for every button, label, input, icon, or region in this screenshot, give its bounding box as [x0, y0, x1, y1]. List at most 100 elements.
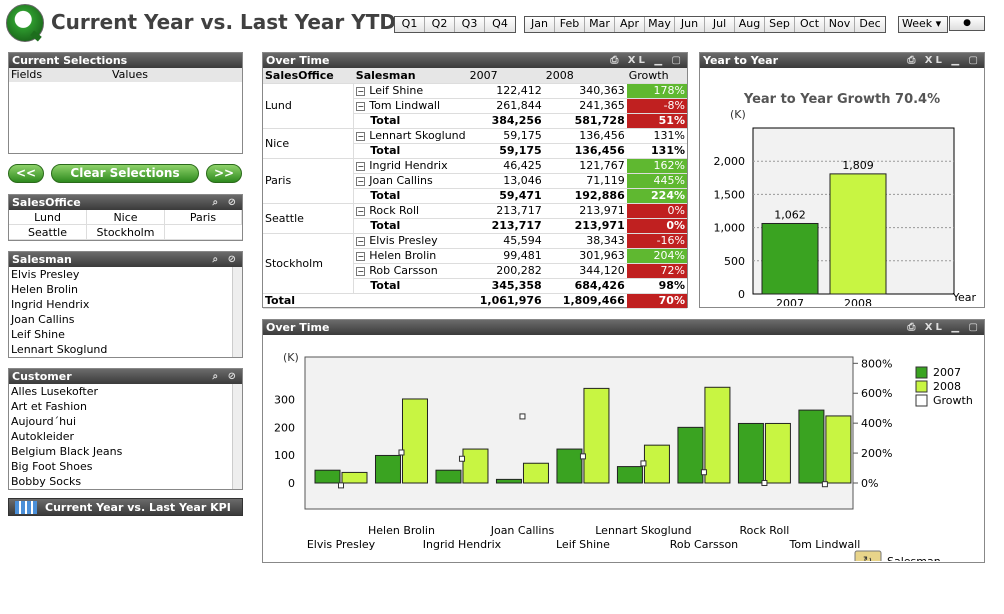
bar-2007[interactable] — [616, 466, 643, 484]
growth-point[interactable] — [338, 482, 344, 489]
window-controls-icon[interactable]: ⎙ XL ▁ ▢ — [907, 320, 981, 335]
bar-2007[interactable] — [761, 222, 819, 295]
month-button-dec[interactable]: Dec — [855, 17, 885, 32]
salesman-list-item[interactable]: Lennart Skoglund — [9, 342, 242, 357]
salesman-cell[interactable]: − Leif Shine — [353, 83, 468, 99]
month-button-oct[interactable]: Oct — [795, 17, 825, 32]
salesoffice-cell[interactable]: Nice — [263, 128, 355, 159]
salesman-list-item[interactable]: Joan Callins — [9, 312, 242, 327]
table-header-cell[interactable]: 2008 — [543, 68, 627, 84]
collapse-icon[interactable]: − — [356, 162, 366, 171]
month-button-jul[interactable]: Jul — [705, 17, 735, 32]
salesman-cell[interactable]: − Rock Roll — [353, 203, 468, 219]
bar-2008[interactable] — [401, 398, 428, 484]
kpi-sheet-button[interactable]: Current Year vs. Last Year KPI — [8, 498, 243, 516]
quarter-button-q3[interactable]: Q3 — [455, 17, 485, 32]
growth-point[interactable] — [398, 449, 405, 456]
table-header-cell[interactable]: Growth — [626, 68, 687, 84]
forward-button[interactable]: >> — [206, 164, 242, 183]
salesman-list-item[interactable]: Helen Brolin — [9, 282, 242, 297]
salesman-cell[interactable]: − Elvis Presley — [353, 233, 468, 249]
customer-list-item[interactable]: Alles Lusekofter — [9, 384, 242, 399]
quarter-button-q2[interactable]: Q2 — [425, 17, 455, 32]
growth-point[interactable] — [458, 455, 465, 462]
back-button[interactable]: << — [8, 164, 44, 183]
salesman-cell[interactable]: − Rob Carsson — [353, 263, 468, 279]
month-button-aug[interactable]: Aug — [735, 17, 765, 32]
salesoffice-item[interactable]: Lund — [9, 210, 87, 225]
salesman-cell[interactable]: − Lennart Skoglund — [353, 128, 468, 144]
salesman-scrollbar[interactable] — [232, 267, 242, 357]
salesoffice-cell[interactable]: Stockholm — [263, 233, 355, 294]
table-header-cell[interactable]: Salesman — [353, 68, 468, 84]
growth-point[interactable] — [640, 460, 647, 467]
bar-2007[interactable] — [737, 422, 764, 484]
salesman-list-item[interactable]: Elvis Presley — [9, 267, 242, 282]
salesoffice-cell[interactable]: Lund — [263, 83, 355, 129]
month-button-jun[interactable]: Jun — [675, 17, 705, 32]
collapse-icon[interactable]: − — [356, 207, 366, 216]
bar-2007[interactable] — [556, 448, 583, 484]
salesoffice-cell[interactable]: Paris — [263, 158, 355, 204]
bar-2008[interactable] — [643, 444, 670, 484]
customer-list-item[interactable]: Autokleider — [9, 429, 242, 444]
customer-list-item[interactable]: Art et Fashion — [9, 399, 242, 414]
customer-list-item[interactable]: Bobby Socks — [9, 474, 242, 489]
collapse-icon[interactable]: − — [356, 87, 366, 96]
customer-list-item[interactable]: Belgium Black Jeans — [9, 444, 242, 459]
search-icon[interactable]: ⌕ ⊘ — [213, 252, 239, 267]
bar-2007[interactable] — [374, 454, 401, 484]
window-controls-icon[interactable]: ⎙ XL ▁ ▢ — [610, 53, 684, 68]
search-icon[interactable]: ⌕ ⊘ — [213, 195, 239, 210]
salesman-cell[interactable]: − Helen Brolin — [353, 248, 468, 264]
customer-scrollbar[interactable] — [232, 384, 242, 489]
customer-list-item[interactable]: Big Foot Shoes — [9, 459, 242, 474]
salesman-list-item[interactable]: Ingrid Hendrix — [9, 297, 242, 312]
growth-point[interactable] — [579, 453, 586, 460]
growth-point[interactable] — [519, 413, 526, 420]
collapse-icon[interactable]: − — [356, 237, 366, 246]
salesoffice-cell[interactable]: Seattle — [263, 203, 355, 234]
salesoffice-item[interactable]: Seattle — [9, 225, 87, 240]
bar-2008[interactable] — [764, 422, 791, 484]
window-controls-icon[interactable]: ⎙ XL ▁ ▢ — [907, 53, 981, 68]
month-button-mar[interactable]: Mar — [585, 17, 615, 32]
bar-2007[interactable] — [798, 409, 825, 484]
quarter-button-q1[interactable]: Q1 — [395, 17, 425, 32]
bar-2008[interactable] — [829, 173, 887, 295]
bar-2007[interactable] — [435, 469, 462, 484]
cycle-dimension-icon[interactable]: ↻ — [854, 550, 882, 568]
collapse-icon[interactable]: − — [356, 102, 366, 111]
salesman-list-item[interactable]: Leif Shine — [9, 327, 242, 342]
salesoffice-item[interactable]: Nice — [87, 210, 165, 225]
clear-selections-button[interactable]: Clear Selections — [51, 164, 199, 183]
bar-2008[interactable] — [704, 386, 731, 484]
bar-2007[interactable] — [677, 426, 704, 484]
customer-list-item[interactable]: Aujourd´hui — [9, 414, 242, 429]
month-button-may[interactable]: May — [645, 17, 675, 32]
growth-point[interactable] — [761, 480, 768, 486]
month-button-apr[interactable]: Apr — [615, 17, 645, 32]
table-header-cell[interactable]: 2007 — [467, 68, 544, 84]
bar-2008[interactable] — [825, 415, 852, 484]
month-button-nov[interactable]: Nov — [825, 17, 855, 32]
month-button-sep[interactable]: Sep — [765, 17, 795, 32]
collapse-icon[interactable]: − — [356, 252, 366, 261]
growth-point[interactable] — [821, 481, 828, 488]
growth-point[interactable] — [700, 469, 707, 476]
salesoffice-item[interactable]: Stockholm — [87, 225, 165, 240]
bar-2008[interactable] — [583, 387, 610, 484]
week-select[interactable]: Week ▾ — [898, 16, 948, 33]
salesman-cell[interactable]: − Tom Lindwall — [353, 98, 468, 114]
salesoffice-item[interactable]: Paris — [165, 210, 242, 225]
bar-2007[interactable] — [314, 469, 341, 484]
week-clear-button[interactable]: ● — [949, 16, 985, 31]
collapse-icon[interactable]: − — [356, 132, 366, 141]
salesman-cell[interactable]: − Joan Callins — [353, 173, 468, 189]
month-button-jan[interactable]: Jan — [525, 17, 555, 32]
salesman-cell[interactable]: − Ingrid Hendrix — [353, 158, 468, 174]
month-button-feb[interactable]: Feb — [555, 17, 585, 32]
search-icon[interactable]: ⌕ ⊘ — [213, 369, 239, 384]
collapse-icon[interactable]: − — [356, 267, 366, 276]
collapse-icon[interactable]: − — [356, 177, 366, 186]
